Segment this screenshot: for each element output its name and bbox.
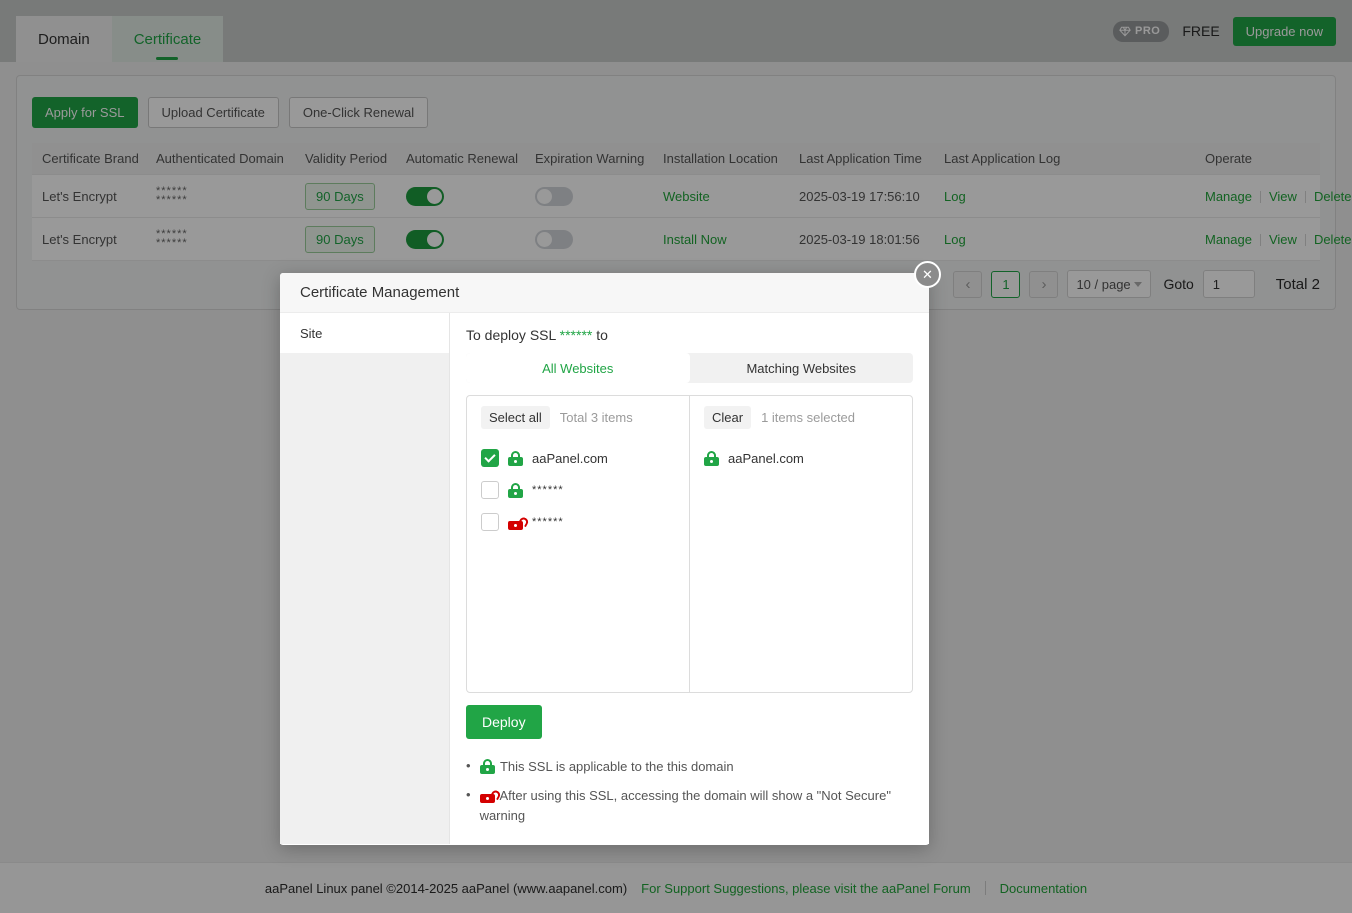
select-all-button[interactable]: Select all	[481, 406, 550, 429]
list-item[interactable]: aaPanel.com	[704, 442, 898, 474]
deploy-button[interactable]: Deploy	[466, 705, 542, 739]
lock-icon	[704, 451, 719, 466]
deploy-ssl-line: To deploy SSL ****** to	[466, 327, 913, 343]
lock-icon	[508, 483, 523, 498]
website-label: ******	[532, 486, 564, 495]
ssl-notes: • This SSL is applicable to the this dom…	[466, 756, 913, 826]
website-label: aaPanel.com	[532, 451, 608, 466]
sidebar-item-site[interactable]: Site	[280, 313, 449, 353]
modal-header: Certificate Management	[280, 273, 929, 313]
close-icon[interactable]: ✕	[914, 261, 941, 288]
lock-icon	[480, 759, 495, 774]
list-item[interactable]: ******	[481, 506, 675, 538]
note-not-secure: • After using this SSL, accessing the do…	[466, 785, 906, 826]
modal-content: To deploy SSL ****** to All Websites Mat…	[450, 313, 929, 844]
website-label: aaPanel.com	[728, 451, 804, 466]
lock-icon	[508, 451, 523, 466]
list-item[interactable]: aaPanel.com	[481, 442, 675, 474]
website-transfer-list: Select all Total 3 items aaPanel.com **	[466, 395, 913, 693]
selected-websites-panel: Clear 1 items selected aaPanel.com	[690, 396, 912, 692]
unlock-icon	[480, 788, 495, 803]
items-selected-label: 1 items selected	[761, 410, 855, 425]
clear-button[interactable]: Clear	[704, 406, 751, 429]
note-text: After using this SSL, accessing the doma…	[480, 788, 891, 823]
item-checkbox[interactable]	[481, 449, 499, 467]
unlock-icon	[508, 515, 523, 530]
deploy-suffix: to	[592, 327, 608, 343]
item-checkbox[interactable]	[481, 481, 499, 499]
note-text: This SSL is applicable to the this domai…	[500, 759, 734, 774]
modal-sidebar: Site	[280, 313, 450, 844]
deploy-prefix: To deploy SSL	[466, 327, 560, 343]
bullet: •	[466, 785, 471, 826]
tab-matching-websites[interactable]: Matching Websites	[690, 353, 914, 383]
item-checkbox[interactable]	[481, 513, 499, 531]
ssl-name: ******	[560, 327, 593, 343]
website-label: ******	[532, 518, 564, 527]
bullet: •	[466, 756, 471, 777]
list-item[interactable]: ******	[481, 474, 675, 506]
available-websites-panel: Select all Total 3 items aaPanel.com **	[467, 396, 690, 692]
note-secure: • This SSL is applicable to the this dom…	[466, 756, 906, 777]
tab-all-websites[interactable]: All Websites	[466, 353, 690, 383]
modal-title: Certificate Management	[300, 284, 459, 301]
certificate-management-modal: ✕ Certificate Management Site To deploy …	[280, 273, 929, 845]
total-items-label: Total 3 items	[560, 410, 633, 425]
website-filter-tabs: All Websites Matching Websites	[466, 353, 913, 383]
